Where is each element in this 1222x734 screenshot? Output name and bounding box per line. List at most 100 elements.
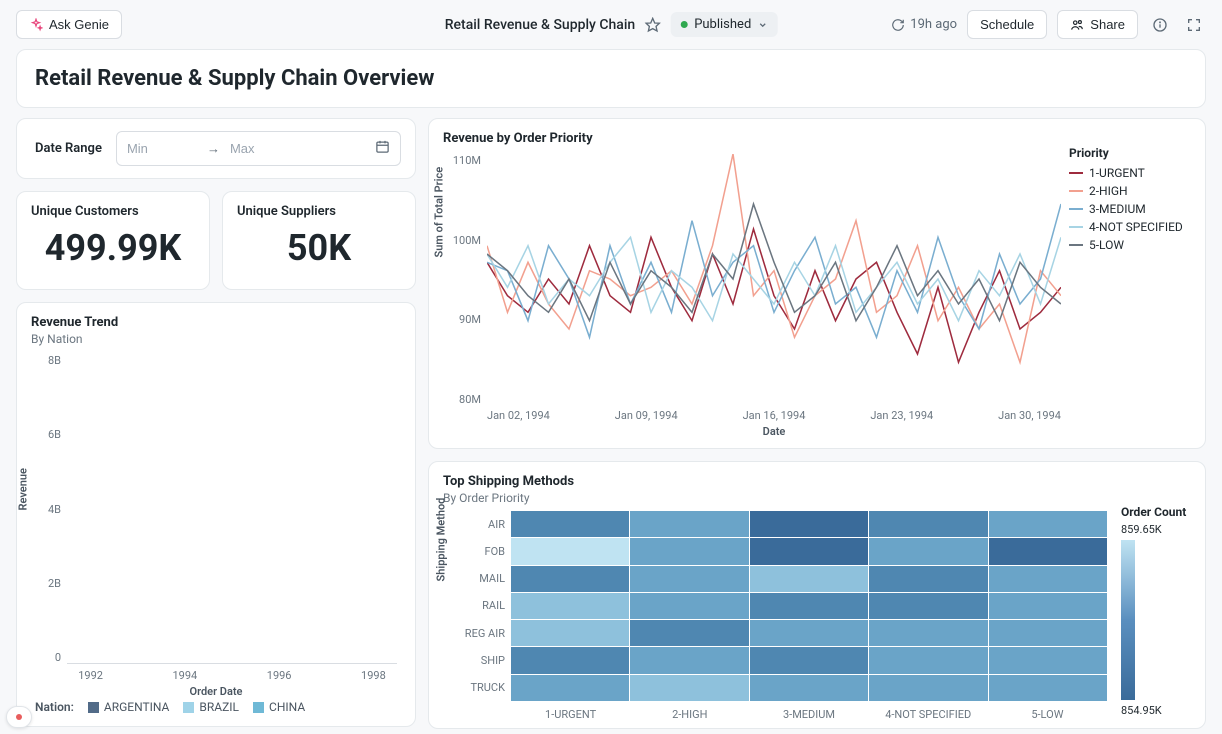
date-min-input[interactable] [127, 141, 197, 156]
heat-legend: Order Count 859.65K 854.95K [1113, 505, 1191, 725]
legend-item[interactable]: CHINA [253, 700, 305, 714]
heat-cell[interactable] [511, 511, 629, 537]
heat-cell[interactable] [989, 511, 1107, 537]
revenue-trend-card: Revenue Trend By Nation Revenue 8B6B4B2B… [16, 302, 416, 727]
schedule-button[interactable]: Schedule [967, 10, 1047, 39]
legend-item[interactable]: 2-HIGH [1069, 184, 1191, 198]
heat-cell[interactable] [869, 675, 987, 701]
heat-cell[interactable] [989, 647, 1107, 673]
fullscreen-icon [1186, 17, 1202, 33]
heat-cell[interactable] [869, 647, 987, 673]
heat-cell[interactable] [511, 675, 629, 701]
heat-x-ticks: 1-URGENT2-HIGH3-MEDIUM4-NOT SPECIFIED5-L… [511, 708, 1107, 721]
line-x-axis: Jan 02, 1994Jan 09, 1994Jan 16, 1994Jan … [487, 409, 1061, 422]
refresh-button[interactable]: 19h ago [891, 17, 957, 32]
kpi-customers-label: Unique Customers [31, 204, 195, 219]
heat-cell[interactable] [989, 538, 1107, 564]
floating-feedback-button[interactable] [6, 706, 32, 728]
heat-cell[interactable] [630, 620, 748, 646]
bar-plot [67, 354, 397, 664]
priority-legend: Priority 1-URGENT2-HIGH3-MEDIUM4-NOT SPE… [1061, 146, 1191, 436]
heat-cell[interactable] [989, 593, 1107, 619]
fullscreen-button[interactable] [1182, 13, 1206, 37]
heat-cell[interactable] [630, 647, 748, 673]
schedule-label: Schedule [980, 17, 1034, 32]
heat-cell[interactable] [869, 593, 987, 619]
date-range-card: Date Range → [16, 118, 416, 179]
status-label: Published [694, 17, 751, 32]
page-title: Retail Revenue & Supply Chain [445, 17, 635, 33]
revenue-trend-y-label: Revenue [17, 468, 30, 510]
revenue-priority-title: Revenue by Order Priority [443, 131, 1191, 146]
heat-cell[interactable] [511, 647, 629, 673]
heat-cell[interactable] [750, 593, 868, 619]
heat-cell[interactable] [750, 538, 868, 564]
date-max-input[interactable] [230, 141, 300, 156]
refresh-ago-label: 19h ago [910, 17, 957, 32]
legend-item[interactable]: BRAZIL [183, 700, 239, 714]
favorite-star-button[interactable] [645, 17, 661, 33]
top-bar: Ask Genie Retail Revenue & Supply Chain … [0, 0, 1222, 49]
heat-legend-title: Order Count [1121, 505, 1191, 519]
heat-cell[interactable] [869, 538, 987, 564]
heat-cell[interactable] [630, 538, 748, 564]
heat-cell[interactable] [511, 620, 629, 646]
heat-cell[interactable] [989, 675, 1107, 701]
top-right-actions: 19h ago Schedule Share [891, 10, 1206, 39]
main-grid: Date Range → Unique Customers 499.99K Un… [0, 118, 1222, 729]
heat-cell[interactable] [630, 511, 748, 537]
heat-cell[interactable] [989, 620, 1107, 646]
legend-item[interactable]: 4-NOT SPECIFIED [1069, 220, 1191, 234]
heat-rows [511, 511, 1107, 701]
calendar-icon [375, 139, 390, 154]
kpi-customers-card: Unique Customers 499.99K [16, 191, 210, 290]
heat-cell[interactable] [869, 511, 987, 537]
revenue-priority-chart[interactable]: Sum of Total Price 110M100M90M80M Jan 02… [443, 146, 1061, 436]
revenue-trend-x-label: Order Date [31, 685, 401, 698]
heat-cell[interactable] [869, 566, 987, 592]
heat-cell[interactable] [511, 593, 629, 619]
calendar-button[interactable] [375, 139, 390, 158]
heat-cell[interactable] [630, 675, 748, 701]
legend-item[interactable]: ARGENTINA [88, 700, 170, 714]
kpi-customers-value: 499.99K [31, 227, 195, 277]
people-icon [1070, 18, 1084, 32]
heat-cell[interactable] [750, 620, 868, 646]
heat-cell[interactable] [869, 620, 987, 646]
heat-y-ticks: AIRFOBMAILRAILREG AIRSHIPTRUCK [457, 511, 509, 701]
heat-cell[interactable] [630, 593, 748, 619]
kpi-suppliers-label: Unique Suppliers [237, 204, 401, 219]
heat-cell[interactable] [511, 566, 629, 592]
heat-cell[interactable] [630, 566, 748, 592]
bar-y-axis: 8B6B4B2B0 [31, 354, 61, 664]
ask-genie-label: Ask Genie [49, 17, 109, 32]
arrow-right-icon: → [207, 141, 220, 157]
revenue-priority-x-label: Date [487, 425, 1061, 438]
heat-cell[interactable] [511, 538, 629, 564]
legend-item[interactable]: 3-MEDIUM [1069, 202, 1191, 216]
info-icon [1152, 17, 1168, 33]
heat-cell[interactable] [750, 566, 868, 592]
shipping-y-label: Shipping Method [435, 498, 448, 582]
left-column: Date Range → Unique Customers 499.99K Un… [16, 118, 416, 729]
heat-legend-max: 859.65K [1121, 523, 1191, 536]
heat-cell[interactable] [750, 511, 868, 537]
info-button[interactable] [1148, 13, 1172, 37]
line-y-axis: 110M100M90M80M [443, 154, 481, 406]
heat-cell[interactable] [750, 675, 868, 701]
bar-x-axis: 1992199419961998 [67, 669, 397, 682]
legend-item[interactable]: 1-URGENT [1069, 166, 1191, 180]
line-svg [487, 154, 1061, 404]
heat-legend-min: 854.95K [1121, 704, 1191, 717]
heat-cell[interactable] [750, 647, 868, 673]
ask-genie-button[interactable]: Ask Genie [16, 10, 122, 39]
revenue-trend-chart[interactable]: Revenue 8B6B4B2B0 1992199419961998 Order… [31, 354, 401, 694]
chevron-down-icon [757, 20, 767, 30]
revenue-trend-title: Revenue Trend [31, 315, 401, 330]
refresh-icon [891, 18, 905, 32]
share-button[interactable]: Share [1057, 10, 1138, 39]
heat-cell[interactable] [989, 566, 1107, 592]
status-dropdown[interactable]: Published [671, 12, 777, 37]
shipping-heatmap-chart[interactable]: Shipping Method AIRFOBMAILRAILREG AIRSHI… [443, 505, 1113, 725]
legend-item[interactable]: 5-LOW [1069, 238, 1191, 252]
